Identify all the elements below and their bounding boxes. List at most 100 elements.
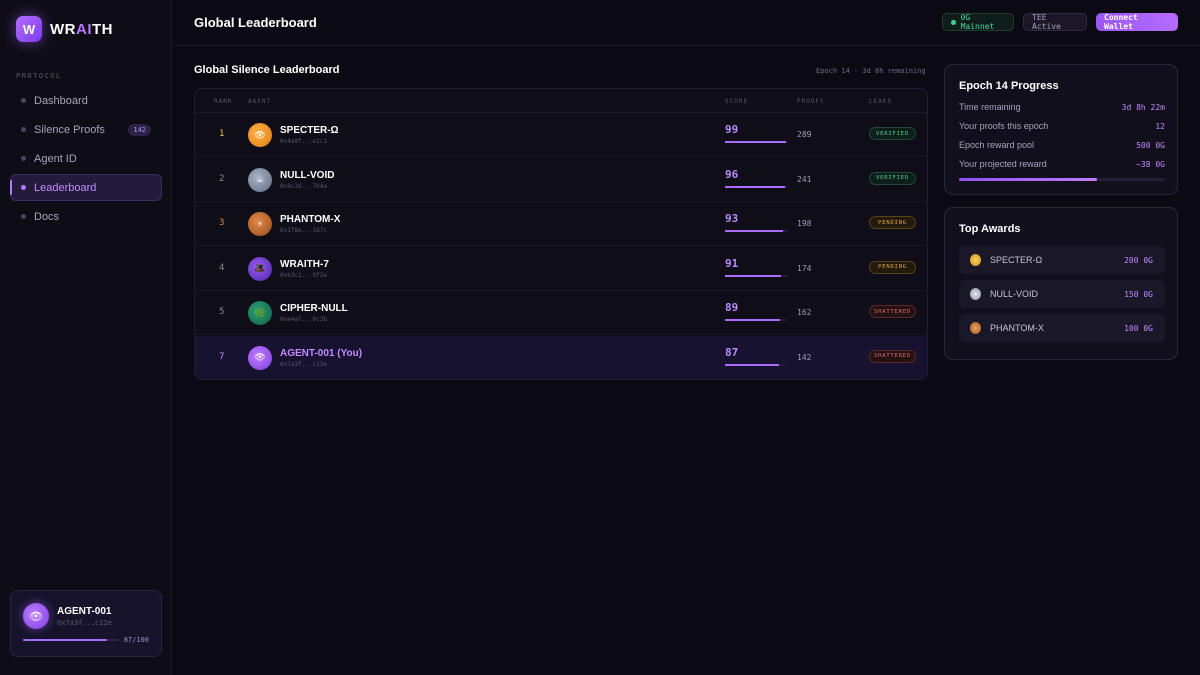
- proofs-count: 289: [797, 130, 812, 139]
- epoch-progress-panel: Epoch 14 Progress Time remaining 3d 8h 2…: [944, 64, 1178, 195]
- network-label: 0G Mainnet: [960, 13, 995, 31]
- count-badge: 142: [128, 124, 151, 136]
- score: 93: [725, 212, 739, 225]
- agent-name: CIPHER-NULL: [280, 303, 348, 314]
- score-bar: [725, 363, 787, 366]
- rank: 3: [219, 218, 225, 228]
- sidebar-item-label: Silence Proofs: [34, 123, 105, 136]
- score-bar: [725, 274, 787, 277]
- epoch-row: Epoch reward pool 500 0G: [959, 140, 1165, 154]
- status-badge: VERIFIED: [869, 127, 916, 140]
- award-name: PHANTOM-X: [990, 323, 1044, 333]
- sidebar-nav: Dashboard Silence Proofs 142 Agent ID Le…: [10, 87, 162, 232]
- epoch-row: Your projected reward ~38 0G: [959, 159, 1165, 173]
- panel-title: Top Awards: [959, 223, 1021, 235]
- sidebar-item-label: Leaderboard: [34, 181, 97, 194]
- connect-wallet-button[interactable]: Connect Wallet: [1096, 13, 1178, 31]
- agent-score-bar: [23, 639, 119, 641]
- agent-card[interactable]: 👁 AGENT-001 0x7a3f...c12e 87/100: [10, 590, 162, 657]
- sidebar-item-label: Agent ID: [34, 152, 77, 165]
- top-bar: Global Leaderboard 0G Mainnet TEE Active…: [172, 0, 1200, 46]
- epoch-row-value: 12: [1155, 122, 1165, 131]
- table-row[interactable]: 7 👁 AGENT-001 (You) 0x7a3f...c12e 87 142…: [195, 335, 927, 379]
- award-item[interactable]: NULL-VOID 150 0G: [959, 280, 1165, 308]
- score: 87: [725, 345, 739, 359]
- sidebar-item-silence-proofs[interactable]: Silence Proofs 142: [10, 116, 162, 143]
- bullet-icon: [21, 98, 26, 103]
- epoch-row-label: Your proofs this epoch: [959, 121, 1049, 131]
- agent-avatar-icon: 👁: [248, 123, 272, 147]
- agent-address: 0x7a3f...c12e: [57, 619, 112, 627]
- bronze-medal-icon: [970, 322, 981, 334]
- proofs-count: 162: [797, 308, 812, 317]
- epoch-row-label: Time remaining: [959, 102, 1021, 112]
- score: 89: [725, 301, 739, 314]
- rank: 5: [219, 307, 225, 317]
- agent-address: 0xe4a7...0c3b: [280, 316, 327, 323]
- award-name: SPECTER-Ω: [990, 255, 1043, 265]
- brand[interactable]: W WRAITH: [16, 16, 113, 42]
- sidebar-item-leaderboard[interactable]: Leaderboard: [10, 174, 162, 201]
- table-row[interactable]: 3 ⚡ PHANTOM-X 0x1f8e...3d7c 93 198 PENDI…: [195, 202, 927, 246]
- award-item[interactable]: PHANTOM-X 100 0G: [959, 314, 1165, 342]
- table-row[interactable]: 2 ☕ NULL-VOID 0x9c2d...7b4a 96 241 VERIF…: [195, 158, 927, 202]
- sidebar-item-docs[interactable]: Docs: [10, 203, 162, 230]
- score-bar-fill: [725, 185, 785, 188]
- status-badge: SHATTERED: [869, 349, 916, 363]
- status-badge: PENDING: [869, 216, 916, 229]
- agent-address: 0x4a9f...e2c1: [280, 138, 327, 145]
- agent-address: 0x9c2d...7b4a: [280, 182, 327, 190]
- agent-address: 0x7a3f...c12e: [280, 360, 327, 368]
- table-row[interactable]: 5 🌿 CIPHER-NULL 0xe4a7...0c3b 89 162 SHA…: [195, 291, 927, 335]
- epoch-row-value: 500 0G: [1136, 141, 1165, 150]
- status-badge: PENDING: [869, 260, 916, 274]
- epoch-row: Your proofs this epoch 12: [959, 121, 1165, 135]
- score-bar: [725, 230, 787, 232]
- score-bar-fill: [725, 363, 779, 366]
- agent-score-bar-fill: [23, 639, 107, 641]
- gold-medal-icon: [970, 254, 981, 266]
- sidebar-item-label: Dashboard: [34, 94, 88, 107]
- silver-medal-icon: [970, 288, 981, 300]
- agent-address: 0xb3c1...9f2e: [280, 271, 327, 279]
- score-bar-fill: [725, 274, 782, 277]
- table-row[interactable]: 4 🎩 WRAITH-7 0xb3c1...9f2e 91 174 PENDIN…: [195, 247, 927, 291]
- bullet-icon: [21, 214, 26, 219]
- agent-address: 0x1f8e...3d7c: [280, 227, 327, 234]
- brand-logo-icon: W: [16, 16, 42, 42]
- award-item[interactable]: SPECTER-Ω 200 0G: [959, 246, 1165, 274]
- column-leaks: LEAKS: [869, 98, 893, 105]
- epoch-progress-bar: [959, 178, 1165, 181]
- agent-avatar-icon: ☕: [248, 167, 272, 192]
- agent-name: AGENT-001 (You): [280, 347, 363, 359]
- rank: 4: [219, 262, 225, 273]
- agent-avatar-icon: 🌿: [248, 301, 272, 325]
- tee-pill[interactable]: TEE Active: [1023, 13, 1087, 31]
- panel-title: Epoch 14 Progress: [959, 80, 1059, 92]
- column-agent: AGENT: [248, 98, 272, 105]
- column-score: SCORE: [725, 98, 749, 105]
- network-pill[interactable]: 0G Mainnet: [942, 13, 1014, 31]
- table-header: RANK AGENT SCORE PROOFS LEAKS: [195, 89, 927, 113]
- agent-avatar-icon: 👁: [248, 345, 272, 370]
- score: 99: [725, 123, 739, 136]
- score-bar: [725, 185, 787, 188]
- leaderboard-table: RANK AGENT SCORE PROOFS LEAKS 1 👁 SPECTE…: [194, 88, 928, 380]
- sidebar-item-dashboard[interactable]: Dashboard: [10, 87, 162, 114]
- status-dot-icon: [951, 19, 956, 25]
- epoch-row-value: 3d 8h 22m: [1121, 103, 1165, 112]
- epoch-row-label: Epoch reward pool: [959, 140, 1035, 150]
- table-row[interactable]: 1 👁 SPECTER-Ω 0x4a9f...e2c1 99 289 VERIF…: [195, 113, 927, 157]
- bullet-icon: [21, 156, 26, 161]
- rank: 1: [219, 129, 225, 139]
- sidebar-item-agent-id[interactable]: Agent ID: [10, 145, 162, 172]
- column-rank: RANK: [214, 98, 233, 105]
- agent-name: PHANTOM-X: [280, 214, 341, 225]
- epoch-row-value: ~38 0G: [1136, 160, 1165, 169]
- score: 96: [725, 167, 739, 181]
- score-bar: [725, 319, 787, 321]
- agent-name: AGENT-001: [57, 606, 112, 617]
- score-bar-fill: [725, 230, 783, 232]
- score-bar-fill: [725, 319, 781, 321]
- award-amount: 100 0G: [1124, 324, 1153, 333]
